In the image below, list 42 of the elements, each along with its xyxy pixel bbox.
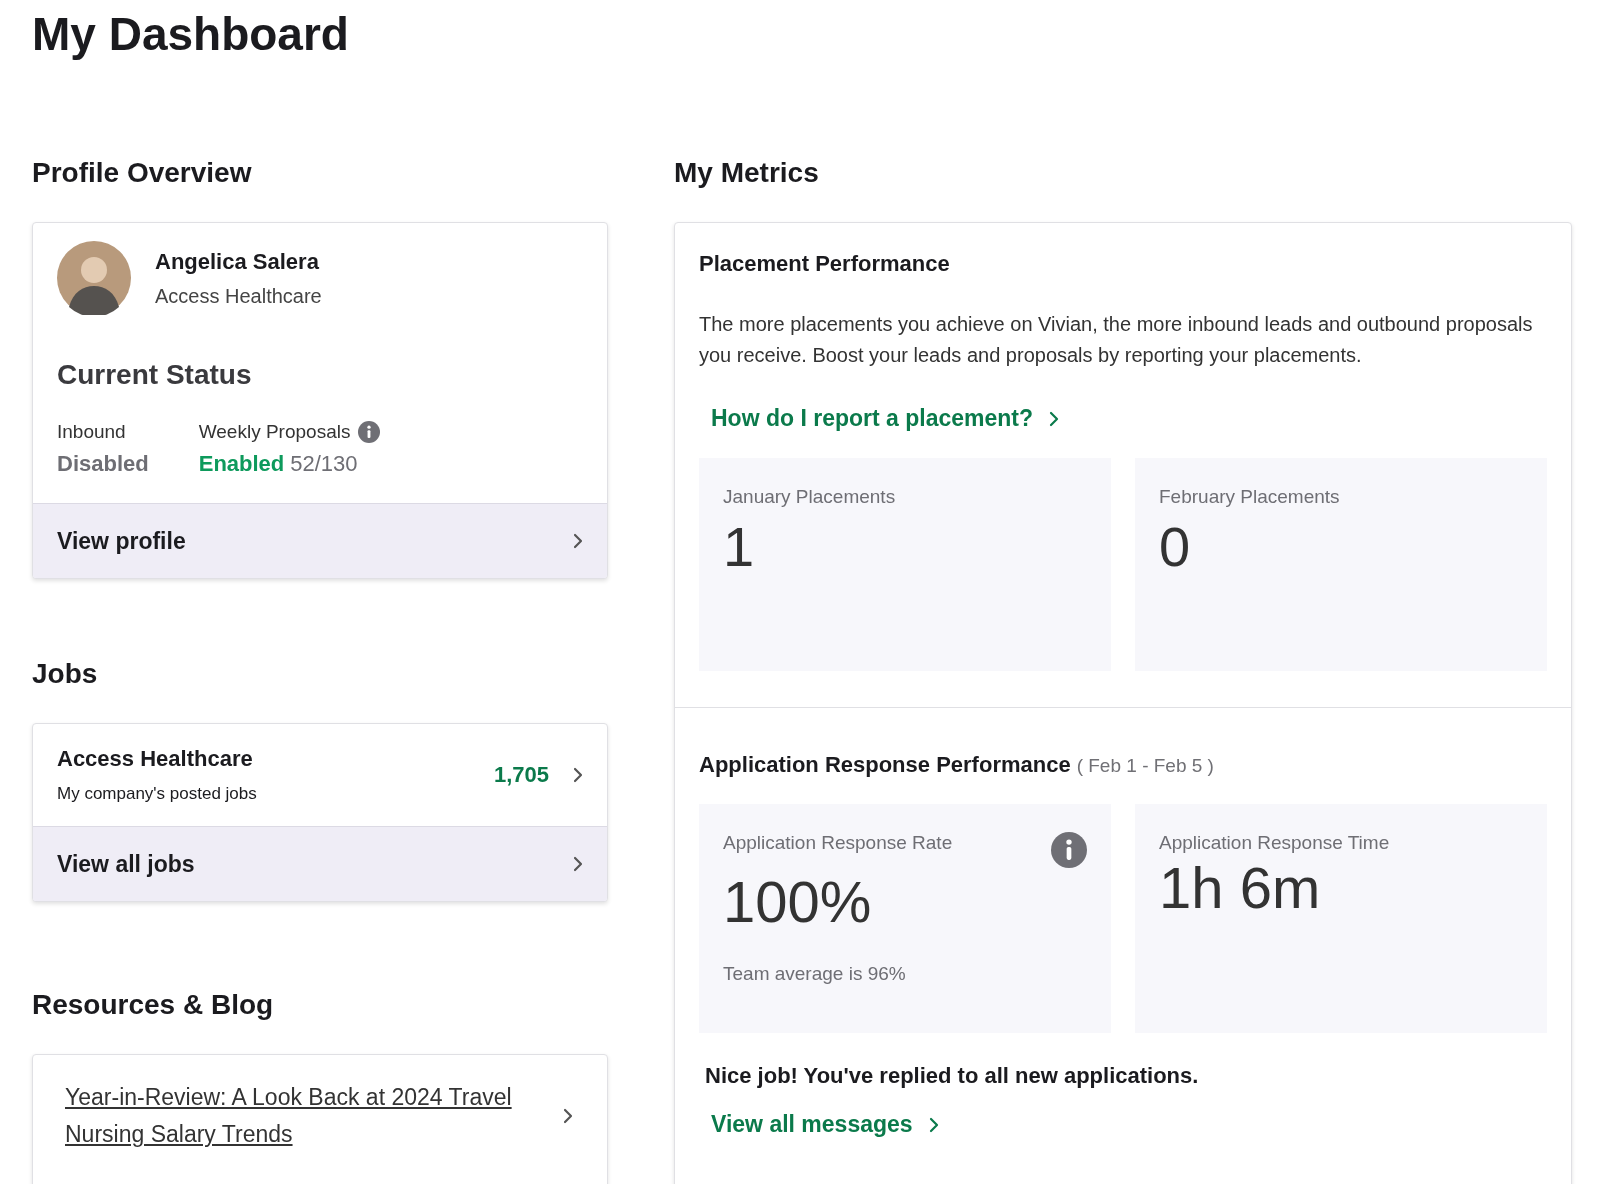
- section-title: Application Response Performance: [699, 752, 1071, 777]
- metric-value: 0: [1159, 514, 1192, 579]
- section-heading: My Metrics: [674, 156, 820, 190]
- section-heading: Profile Overview: [32, 156, 253, 190]
- status-label: Weekly Proposals: [198, 421, 351, 443]
- blog-post-link[interactable]: Year-in-Review: A Look Back at 2024 Travel Nursing Salary Trends: [65, 1079, 535, 1153]
- metric-label: Application Response Rate: [723, 832, 953, 854]
- metric-value: 100%: [723, 868, 873, 935]
- status-value: Disabled: [57, 451, 149, 476]
- success-message: Nice job! You've replied to all new applications.: [705, 1063, 1200, 1089]
- job-item[interactable]: Access Healthcare My company's posted jobs 1,705: [33, 724, 607, 826]
- description-text: The more placements you achieve on Vivian, the more inbound leads and outbound proposals you receive. Boost your leads and proposals by reporting your placements.: [699, 312, 1534, 368]
- view-messages-link[interactable]: View all messages: [711, 1111, 939, 1138]
- metric-label: February Placements: [1159, 486, 1340, 508]
- page-title: My Dashboard: [32, 8, 350, 60]
- status-heading: Current Status: [57, 359, 253, 391]
- metric-note: Team average is 96%: [723, 963, 907, 985]
- metric-value: 1h 6m: [1159, 854, 1322, 921]
- view-all-jobs-link[interactable]: View all jobs: [33, 826, 607, 901]
- company-name: Access Healthcare: [155, 284, 322, 308]
- proposal-count: 52/130: [290, 451, 358, 476]
- date-range: ( Feb 1 - Feb 5 ): [1076, 755, 1214, 776]
- chevron-right-icon: [573, 533, 583, 549]
- report-placement-link[interactable]: How do I report a placement?: [711, 405, 1060, 432]
- metric-label: January Placements: [723, 486, 896, 508]
- section-heading: Jobs: [32, 657, 99, 691]
- metric-value: 1: [723, 514, 756, 579]
- chevron-right-icon: [573, 856, 583, 872]
- job-count: 1,705: [493, 762, 549, 788]
- section-heading: Resources & Blog: [32, 988, 275, 1022]
- chevron-right-icon: [563, 1108, 573, 1124]
- chevron-right-icon: [573, 767, 583, 783]
- section-title: Placement Performance: [699, 251, 950, 276]
- metric-label: Application Response Time: [1159, 832, 1390, 854]
- view-profile-link[interactable]: View profile: [33, 503, 607, 578]
- job-subtitle: My company's posted jobs: [57, 784, 258, 804]
- profile-name: Angelica Salera: [155, 248, 320, 275]
- chevron-right-icon: [1049, 410, 1060, 427]
- job-title: Access Healthcare: [57, 746, 254, 772]
- chevron-right-icon: [928, 1116, 939, 1133]
- status-value: Enabled: [198, 451, 285, 476]
- status-label: Inbound: [57, 421, 126, 443]
